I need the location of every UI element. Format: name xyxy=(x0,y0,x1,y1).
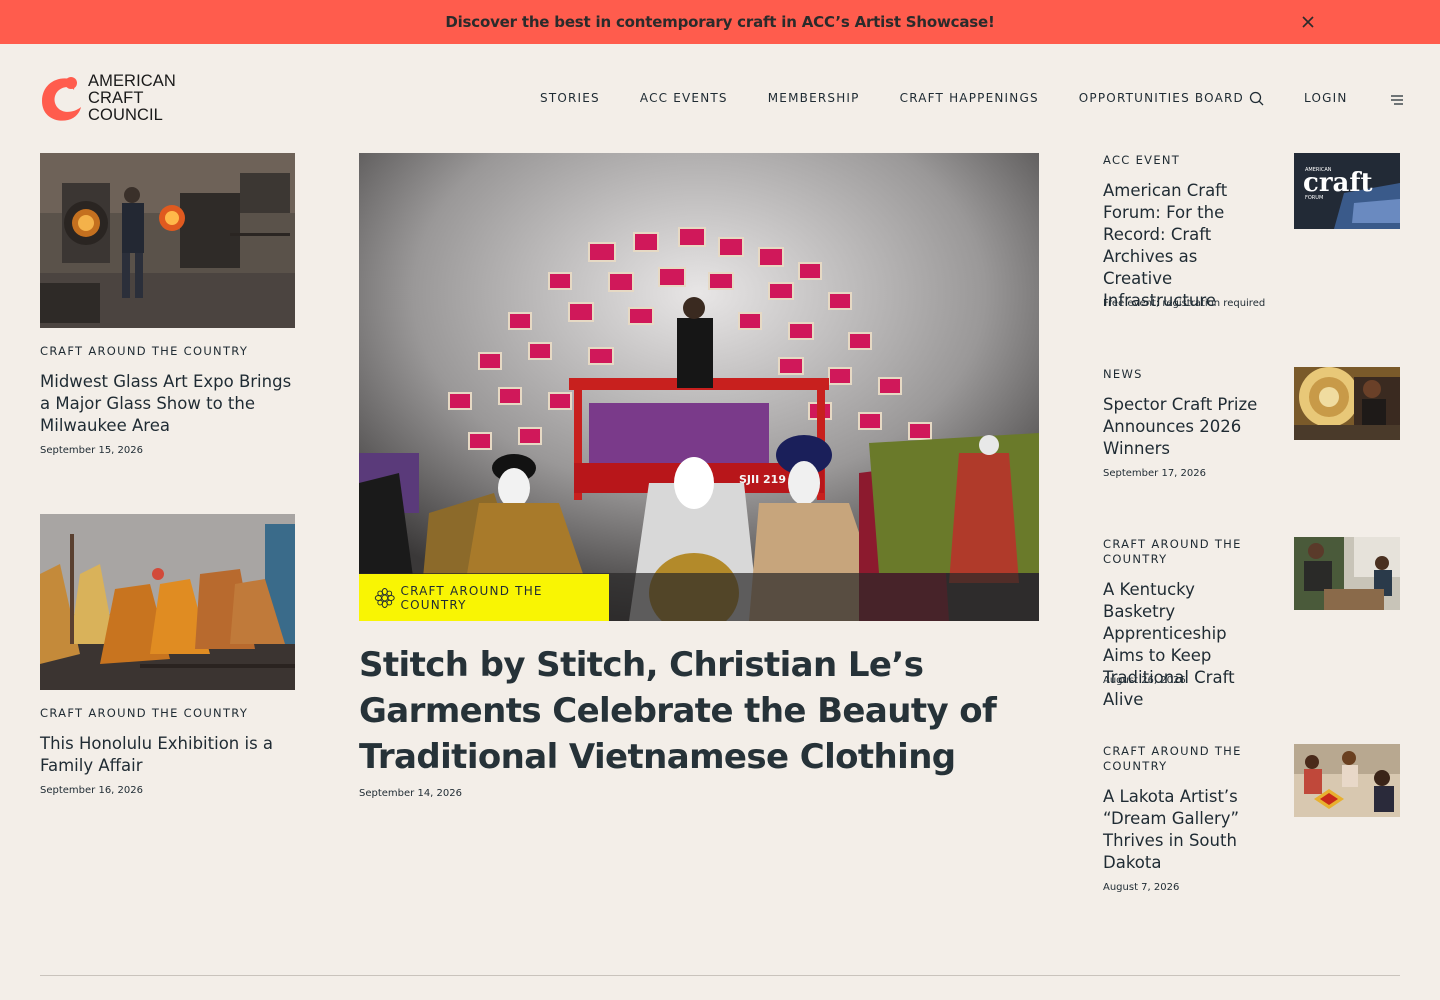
story-title-glass-expo[interactable]: Midwest Glass Art Expo Brings a Major Gl… xyxy=(40,371,295,437)
story-title-lakota-artist[interactable]: A Lakota Artist’s “Dream Gallery” Thrive… xyxy=(1103,786,1253,874)
flower-icon xyxy=(374,587,395,608)
nav-stories[interactable]: STORIES xyxy=(540,91,600,105)
login-link[interactable]: LOGIN xyxy=(1304,91,1348,105)
logo-line-1: AMERICAN xyxy=(88,72,176,90)
logo-mark-icon xyxy=(42,77,81,121)
announcement-banner: Discover the best in contemporary craft … xyxy=(0,0,1440,44)
story-date: September 17, 2026 xyxy=(1103,468,1206,479)
section-divider xyxy=(40,975,1400,976)
story-image-honolulu[interactable] xyxy=(40,514,295,690)
story-eyebrow: NEWS xyxy=(1103,367,1143,381)
story-image-craft-forum[interactable]: AMERICAN craft FORUM xyxy=(1294,153,1400,229)
forum-logo-sub: FORUM xyxy=(1305,195,1323,201)
feature-date: September 14, 2026 xyxy=(359,788,462,799)
forum-logo-big: craft xyxy=(1303,168,1373,198)
nav-craft-happenings[interactable]: CRAFT HAPPENINGS xyxy=(900,91,1039,105)
logo-line-2: CRAFT xyxy=(88,89,144,107)
feature-title[interactable]: Stitch by Stitch, Christian Le’s Garment… xyxy=(359,642,999,780)
announcement-text[interactable]: Discover the best in contemporary craft … xyxy=(445,13,994,31)
nav-membership[interactable]: MEMBERSHIP xyxy=(768,91,860,105)
story-date: Free event; registration required xyxy=(1103,298,1266,309)
story-date: September 15, 2026 xyxy=(40,445,143,456)
feature-image-text: SJII 219 xyxy=(739,473,786,486)
story-title-spector-prize[interactable]: Spector Craft Prize Announces 2026 Winne… xyxy=(1103,394,1268,460)
menu-icon[interactable] xyxy=(1390,92,1404,106)
logo-wordmark: AMERICAN CRAFT COUNCIL xyxy=(88,73,176,124)
search-icon[interactable] xyxy=(1248,90,1266,108)
story-image-spector-prize[interactable] xyxy=(1294,367,1400,440)
nav-opportunities-board[interactable]: OPPORTUNITIES BOARD xyxy=(1079,91,1244,105)
logo-line-3: COUNCIL xyxy=(88,106,163,124)
story-date: September 16, 2026 xyxy=(40,785,143,796)
feature-image[interactable]: SJII 219 xyxy=(359,153,1039,621)
story-eyebrow: CRAFT AROUND THE COUNTRY xyxy=(40,706,249,720)
story-eyebrow: CRAFT AROUND THE COUNTRY xyxy=(40,344,249,358)
story-eyebrow: CRAFT AROUND THE COUNTRY xyxy=(1103,537,1242,566)
close-icon[interactable] xyxy=(1298,12,1318,32)
story-image-lakota-artist[interactable] xyxy=(1294,744,1400,817)
site-logo[interactable]: AMERICAN CRAFT COUNCIL xyxy=(40,73,176,124)
story-date: August 26, 2026 xyxy=(1103,675,1186,686)
feature-category-label: CRAFT AROUND THE COUNTRY xyxy=(400,583,543,612)
nav-acc-events[interactable]: ACC EVENTS xyxy=(640,91,728,105)
story-image-glass-expo[interactable] xyxy=(40,153,295,328)
story-image-kentucky-basketry[interactable] xyxy=(1294,537,1400,610)
story-date: August 7, 2026 xyxy=(1103,882,1180,893)
story-eyebrow: CRAFT AROUND THE COUNTRY xyxy=(1103,744,1242,773)
story-title-kentucky-basketry[interactable]: A Kentucky Basketry Apprenticeship Aims … xyxy=(1103,579,1268,711)
story-title-craft-forum[interactable]: American Craft Forum: For the Record: Cr… xyxy=(1103,180,1268,312)
main-nav: STORIES ACC EVENTS MEMBERSHIP CRAFT HAPP… xyxy=(540,90,1403,108)
story-title-honolulu[interactable]: This Honolulu Exhibition is a Family Aff… xyxy=(40,733,295,777)
feature-category-tag[interactable]: CRAFT AROUND THE COUNTRY xyxy=(359,574,609,621)
story-eyebrow: ACC EVENT xyxy=(1103,153,1181,167)
